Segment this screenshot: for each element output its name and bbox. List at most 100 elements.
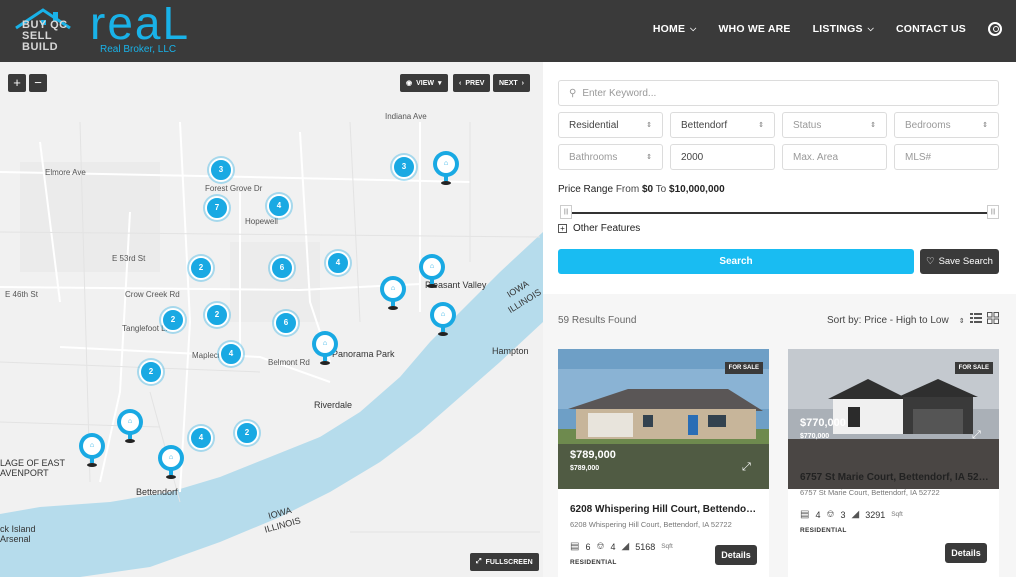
select-arrows-icon: ⇕ <box>982 122 988 129</box>
map-cluster[interactable]: 2 <box>139 360 163 384</box>
city-select[interactable]: Bettendorf ⇕ <box>670 112 775 138</box>
eye-icon: ◉ <box>406 80 413 87</box>
plus-icon: + <box>558 224 567 233</box>
search-button[interactable]: Search <box>558 249 914 274</box>
expand-icon[interactable]: ⤢ <box>742 461 756 475</box>
listing-map-pin[interactable]: ⌂ <box>312 331 338 365</box>
bedrooms-select[interactable]: Bedrooms ⇕ <box>894 112 999 138</box>
listing-price: $789,000 <box>570 449 616 461</box>
bedrooms-placeholder: Bedrooms <box>905 119 951 131</box>
listing-price: $770,000 <box>800 417 846 429</box>
nav-home[interactable]: HOME ⌵ <box>653 23 697 35</box>
zoom-out-button[interactable]: − <box>29 74 47 92</box>
nav-who-we-are-label: WHO WE ARE <box>718 23 791 35</box>
map-cluster[interactable]: 6 <box>274 311 298 335</box>
map-prev-button[interactable]: ‹ PREV <box>453 74 491 92</box>
house-icon: ⌂ <box>316 335 334 353</box>
price-slider-max-handle[interactable]: ||| <box>987 205 999 219</box>
area-icon: ◢ <box>621 541 630 552</box>
details-button[interactable]: Details <box>715 545 757 565</box>
save-search-button[interactable]: ♡ Save Search <box>920 249 999 274</box>
map-view-dropdown[interactable]: ◉ VIEW ▾ <box>400 74 448 92</box>
map-cluster[interactable]: 3 <box>392 155 416 179</box>
listing-map-pin[interactable]: ⌂ <box>79 433 105 467</box>
map-cluster[interactable]: 4 <box>267 194 291 218</box>
house-icon: ⌂ <box>384 280 402 298</box>
map-cluster[interactable]: 2 <box>205 303 229 327</box>
listing-map-pin[interactable]: ⌂ <box>117 409 143 443</box>
nav-contact-us[interactable]: CONTACT US <box>896 23 966 35</box>
nav-listings-label: LISTINGS <box>812 23 863 35</box>
map-fullscreen-button[interactable]: ⤢ FULLSCREEN <box>470 553 539 571</box>
grid-view-icon[interactable] <box>987 312 999 324</box>
list-view-icon[interactable] <box>970 312 982 324</box>
listing-map-pin[interactable]: ⌂ <box>433 151 459 185</box>
map-cluster[interactable]: 7 <box>205 196 229 220</box>
bell-icon: ♡ <box>926 256 935 267</box>
results-count: 59 Results Found <box>558 315 637 326</box>
map-cluster[interactable]: 2 <box>161 308 185 332</box>
main-nav: HOME ⌵ WHO WE ARE LISTINGS ⌵ CONTACT US <box>653 23 966 35</box>
map-cluster[interactable]: 2 <box>189 256 213 280</box>
map-cluster[interactable]: 2 <box>235 421 259 445</box>
sort-select[interactable]: Sort by: Price - High to Low ⇕ <box>827 315 965 326</box>
min-area-input[interactable]: 2000 <box>670 144 775 170</box>
mls-input[interactable]: MLS# <box>894 144 999 170</box>
select-arrows-icon: ⇕ <box>646 122 652 129</box>
map-cluster[interactable]: 4 <box>219 342 243 366</box>
listing-map-pin[interactable]: ⌂ <box>419 254 445 288</box>
status-placeholder: Status <box>793 119 822 131</box>
map-cluster[interactable]: 6 <box>270 256 294 280</box>
bathrooms-select[interactable]: Bathrooms ⇕ <box>558 144 663 170</box>
map-cluster[interactable]: 3 <box>209 158 233 182</box>
listing-title[interactable]: 6208 Whispering Hill Court, Bettendorf, … <box>570 504 760 515</box>
map-next-button[interactable]: NEXT › <box>493 74 531 92</box>
prev-label: PREV <box>465 79 485 87</box>
mls-placeholder: MLS# <box>905 151 932 163</box>
status-select[interactable]: Status ⇕ <box>782 112 887 138</box>
map-label-riverdale: Riverdale <box>314 400 353 410</box>
property-type-select[interactable]: Residential ⇕ <box>558 112 663 138</box>
nav-listings[interactable]: LISTINGS ⌵ <box>813 23 874 35</box>
nav-who-we-are[interactable]: WHO WE ARE <box>718 23 790 35</box>
house-icon: ⌂ <box>83 437 101 455</box>
chevron-down-icon: ⌵ <box>867 24 874 33</box>
max-area-input[interactable]: Max. Area <box>782 144 887 170</box>
expand-icon[interactable]: ⤢ <box>972 429 986 443</box>
brand-subtitle: Real Broker, LLC <box>100 44 177 55</box>
listing-map-pin[interactable]: ⌂ <box>430 302 456 336</box>
price-slider-min-handle[interactable]: ||| <box>560 205 572 219</box>
map-cluster[interactable]: 4 <box>326 251 350 275</box>
listing-title[interactable]: 6757 St Marie Court, Bettendorf, IA 527.… <box>800 472 990 483</box>
house-icon: ⌂ <box>162 449 180 467</box>
select-arrows-icon: ⇕ <box>870 122 876 129</box>
listing-map-pin[interactable]: ⌂ <box>158 445 184 479</box>
chevron-right-icon: › <box>521 79 525 87</box>
price-slider-track[interactable] <box>566 212 991 214</box>
listing-photo[interactable]: FOR SALE $770,000 $770,000 ⤢ <box>788 349 999 489</box>
details-button[interactable]: Details <box>945 543 987 563</box>
logo-wordmark[interactable]: BUY QC SELL BUILD <box>22 20 68 53</box>
listing-map-pin[interactable]: ⌂ <box>380 276 406 310</box>
user-account-icon[interactable] <box>988 22 1002 36</box>
brand-logo[interactable]: reaL <box>90 0 190 46</box>
area-icon: ◢ <box>851 509 860 520</box>
price-range-label: Price Range From $0 To $10,000,000 <box>558 184 725 195</box>
keyword-search-input[interactable]: ⚲ Enter Keyword... <box>558 80 999 106</box>
other-features-toggle[interactable]: + Other Features <box>558 223 640 234</box>
city-value: Bettendorf <box>681 119 728 131</box>
listing-photo[interactable]: FOR SALE $789,000 $789,000 ⤢ <box>558 349 769 489</box>
other-features-label: Other Features <box>573 223 641 234</box>
property-type-value: Residential <box>569 119 619 131</box>
listing-card[interactable]: FOR SALE $789,000 $789,000 ⤢ 6208 Whispe… <box>558 349 769 577</box>
house-icon: ⌂ <box>121 413 139 431</box>
min-area-value: 2000 <box>681 151 704 163</box>
status-badge: FOR SALE <box>724 362 763 374</box>
listing-card[interactable]: FOR SALE $770,000 $770,000 ⤢ 6757 St Mar… <box>788 349 999 577</box>
bed-icon: ▤ <box>800 509 810 520</box>
select-arrows-icon: ⇕ <box>758 122 764 129</box>
map-label-e53rd: E 53rd St <box>112 254 146 263</box>
map-cluster[interactable]: 4 <box>189 426 213 450</box>
zoom-in-button[interactable]: + <box>8 74 26 92</box>
map-view[interactable]: + − ◉ VIEW ▾ ‹ PREV NEXT › Indiana Ave Elmor… <box>0 62 543 577</box>
